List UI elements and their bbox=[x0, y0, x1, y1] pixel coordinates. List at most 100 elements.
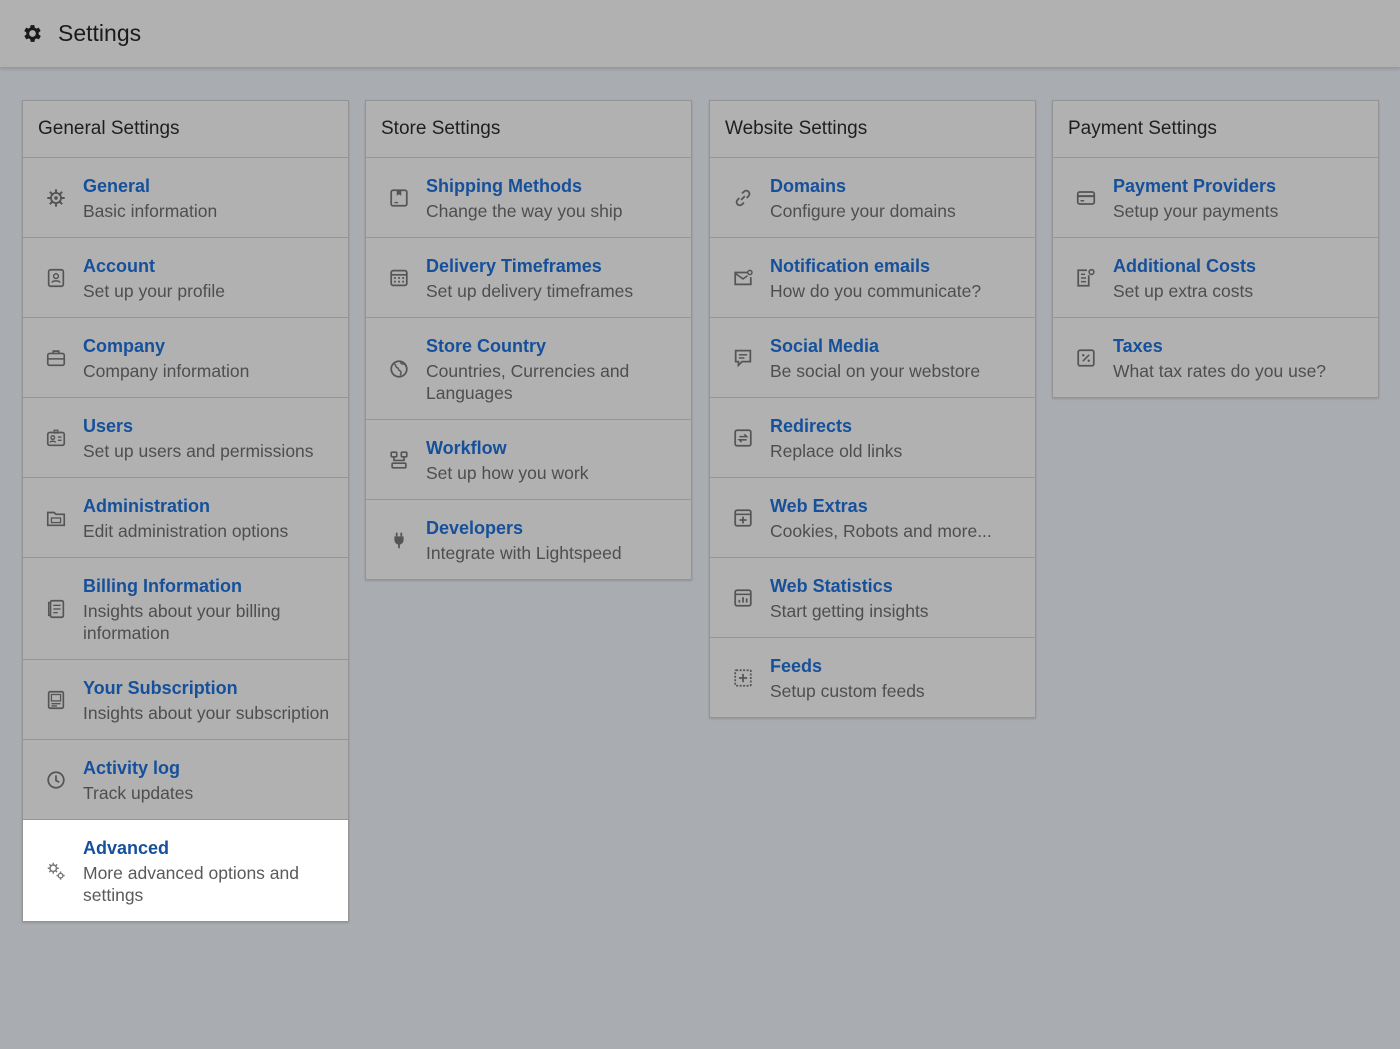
item-label: Workflow bbox=[426, 438, 507, 458]
page-title: Settings bbox=[58, 20, 142, 46]
item-label: Taxes bbox=[1113, 336, 1163, 356]
settings-item-delivery-timeframes[interactable]: Delivery Timeframes Set up delivery time… bbox=[366, 238, 691, 318]
settings-item-shipping-methods[interactable]: Shipping Methods Change the way you ship bbox=[366, 158, 691, 238]
settings-item-account[interactable]: Account Set up your profile bbox=[23, 238, 348, 318]
store-settings-panel: Store Settings Shipping Methods Change t… bbox=[365, 100, 692, 580]
briefcase-icon bbox=[45, 347, 67, 369]
mail-icon bbox=[732, 267, 754, 289]
folder-icon bbox=[45, 507, 67, 529]
settings-item-additional-costs[interactable]: Additional Costs Set up extra costs bbox=[1053, 238, 1378, 318]
item-description: Basic information bbox=[83, 201, 218, 221]
settings-item-domains[interactable]: Domains Configure your domains bbox=[710, 158, 1035, 238]
item-label: Developers bbox=[426, 518, 524, 538]
settings-item-taxes[interactable]: Taxes What tax rates do you use? bbox=[1053, 318, 1378, 397]
clock-icon bbox=[45, 769, 67, 791]
settings-item-your-subscription[interactable]: Your Subscription Insights about your su… bbox=[23, 660, 348, 740]
panel-title: Store Settings bbox=[366, 101, 691, 158]
percent-icon bbox=[1075, 347, 1097, 369]
settings-item-store-country[interactable]: Store Country Countries, Currencies and … bbox=[366, 318, 691, 420]
item-label: Web Extras bbox=[770, 496, 868, 516]
payment-settings-panel: Payment Settings Payment Providers Setup… bbox=[1052, 100, 1379, 398]
item-label: Delivery Timeframes bbox=[426, 256, 602, 276]
item-label: Your Subscription bbox=[83, 678, 238, 698]
settings-item-activity-log[interactable]: Activity log Track updates bbox=[23, 740, 348, 820]
item-description: How do you communicate? bbox=[770, 281, 982, 301]
settings-item-company[interactable]: Company Company information bbox=[23, 318, 348, 398]
workflow-icon bbox=[388, 449, 410, 471]
item-description: More advanced options and settings bbox=[83, 863, 299, 905]
calendar-icon bbox=[388, 267, 410, 289]
settings-item-developers[interactable]: Developers Integrate with Lightspeed bbox=[366, 500, 691, 579]
item-description: Set up users and permissions bbox=[83, 441, 314, 461]
item-label: Web Statistics bbox=[770, 576, 893, 596]
item-label: Users bbox=[83, 416, 134, 436]
item-description: Setup your payments bbox=[1113, 201, 1279, 221]
panel-title: Website Settings bbox=[710, 101, 1035, 158]
item-label: Payment Providers bbox=[1113, 176, 1277, 196]
item-description: Set up how you work bbox=[426, 463, 589, 483]
gear-icon bbox=[21, 22, 44, 45]
item-description: Integrate with Lightspeed bbox=[426, 543, 622, 563]
item-description: Start getting insights bbox=[770, 601, 929, 621]
item-label: Additional Costs bbox=[1113, 256, 1256, 276]
gears-icon bbox=[45, 860, 67, 882]
item-label: Social Media bbox=[770, 336, 880, 356]
item-description: Configure your domains bbox=[770, 201, 956, 221]
settings-item-workflow[interactable]: Workflow Set up how you work bbox=[366, 420, 691, 500]
item-label: Account bbox=[83, 256, 155, 276]
item-description: Change the way you ship bbox=[426, 201, 623, 221]
top-bar: Settings bbox=[0, 0, 1400, 68]
account-icon bbox=[45, 267, 67, 289]
item-description: Track updates bbox=[83, 783, 194, 803]
item-label: Activity log bbox=[83, 758, 181, 778]
item-label: Shipping Methods bbox=[426, 176, 582, 196]
subscription-icon bbox=[45, 689, 67, 711]
item-description: Setup custom feeds bbox=[770, 681, 925, 701]
box-icon bbox=[388, 187, 410, 209]
item-label: Store Country bbox=[426, 336, 547, 356]
settings-item-payment-providers[interactable]: Payment Providers Setup your payments bbox=[1053, 158, 1378, 238]
settings-item-web-statistics[interactable]: Web Statistics Start getting insights bbox=[710, 558, 1035, 638]
item-description: Cookies, Robots and more... bbox=[770, 521, 992, 541]
item-description: Set up your profile bbox=[83, 281, 226, 301]
gear-icon bbox=[45, 187, 67, 209]
panel-title: Payment Settings bbox=[1053, 101, 1378, 158]
redirect-icon bbox=[732, 427, 754, 449]
item-label: Billing Information bbox=[83, 576, 242, 596]
link-icon bbox=[732, 187, 754, 209]
item-description: Insights about your subscription bbox=[83, 703, 330, 723]
website-settings-panel: Website Settings Domains Configure your … bbox=[709, 100, 1036, 718]
stats-icon bbox=[732, 587, 754, 609]
item-label: Administration bbox=[83, 496, 211, 516]
billing-icon bbox=[45, 598, 67, 620]
plus-box-icon bbox=[732, 507, 754, 529]
costs-icon bbox=[1075, 267, 1097, 289]
item-label: Notification emails bbox=[770, 256, 931, 276]
settings-item-redirects[interactable]: Redirects Replace old links bbox=[710, 398, 1035, 478]
settings-item-users[interactable]: Users Set up users and permissions bbox=[23, 398, 348, 478]
item-label: Advanced bbox=[83, 838, 170, 858]
card-icon bbox=[1075, 187, 1097, 209]
item-label: Redirects bbox=[770, 416, 853, 436]
item-description: Edit administration options bbox=[83, 521, 289, 541]
general-settings-panel: General Settings General Basic informati… bbox=[22, 100, 349, 922]
settings-item-general[interactable]: General Basic information bbox=[23, 158, 348, 238]
settings-item-notification-emails[interactable]: Notification emails How do you communica… bbox=[710, 238, 1035, 318]
item-description: Be social on your webstore bbox=[770, 361, 981, 381]
panel-title: General Settings bbox=[23, 101, 348, 158]
item-description: Insights about your billing information bbox=[83, 601, 281, 643]
settings-item-web-extras[interactable]: Web Extras Cookies, Robots and more... bbox=[710, 478, 1035, 558]
settings-item-feeds[interactable]: Feeds Setup custom feeds bbox=[710, 638, 1035, 717]
globe-icon bbox=[388, 358, 410, 380]
settings-item-social-media[interactable]: Social Media Be social on your webstore bbox=[710, 318, 1035, 398]
item-label: Feeds bbox=[770, 656, 823, 676]
plug-icon bbox=[388, 529, 410, 551]
settings-item-administration[interactable]: Administration Edit administration optio… bbox=[23, 478, 348, 558]
item-label: General bbox=[83, 176, 151, 196]
item-description: Replace old links bbox=[770, 441, 903, 461]
settings-item-advanced[interactable]: Advanced More advanced options and setti… bbox=[23, 820, 348, 921]
chat-icon bbox=[732, 347, 754, 369]
item-label: Company bbox=[83, 336, 166, 356]
settings-item-billing-information[interactable]: Billing Information Insights about your … bbox=[23, 558, 348, 660]
item-description: Company information bbox=[83, 361, 250, 381]
